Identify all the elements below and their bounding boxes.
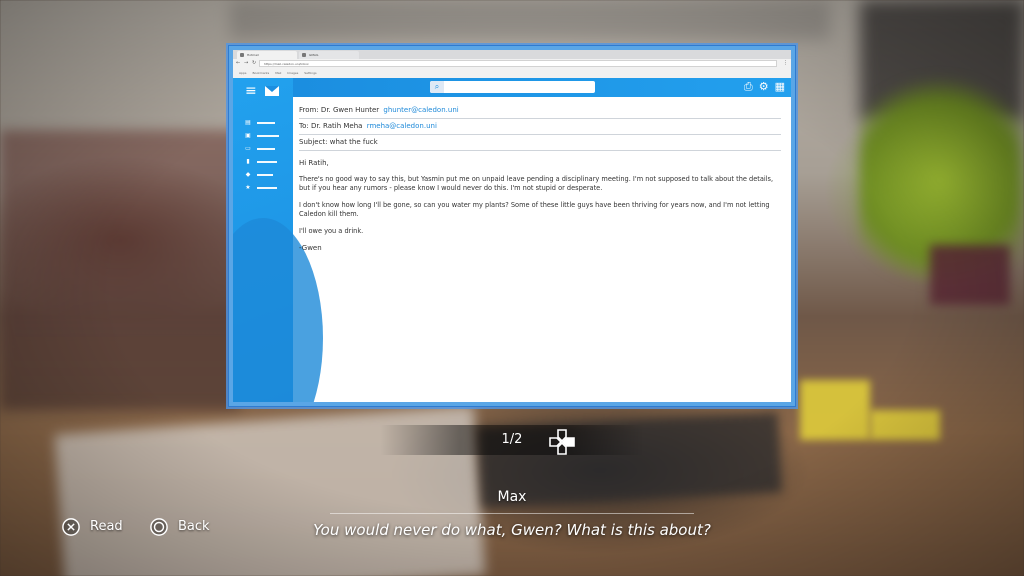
email-paragraph: I don't know how long I'll be gone, so c… xyxy=(299,201,770,218)
favicon-icon xyxy=(302,53,306,57)
sent-icon: ▭ xyxy=(245,145,251,152)
apps-grid-icon[interactable]: ▦ xyxy=(775,79,785,95)
favicon-icon xyxy=(240,53,244,57)
mail-page: ≡ ▤ ▣ ▭ ▮ ◆ ★ ⌕ ⎙ ⚙ ▦ From: Dr. Gwen Hun… xyxy=(233,78,791,402)
email-paragraph: I'll owe you a drink. xyxy=(299,227,364,235)
browser-tab-2[interactable]: GMAIL xyxy=(299,51,359,59)
menu-icon[interactable]: ⋮ xyxy=(783,59,788,68)
search-box[interactable]: ⌕ xyxy=(430,81,595,93)
read-prompt[interactable]: Read xyxy=(62,516,123,538)
tag-icon: ◆ xyxy=(245,171,251,178)
subtitle-line: You would never do what, Gwen? What is t… xyxy=(313,521,711,539)
folder-trash[interactable]: ▮ xyxy=(243,155,279,168)
email-to: To: Dr. Ratih Meha rmeha@caledon.uni xyxy=(299,119,781,135)
browser-tab-1[interactable]: Hotmail xyxy=(237,51,297,59)
search-input[interactable] xyxy=(444,81,593,93)
mail-envelope-icon[interactable] xyxy=(264,86,279,96)
email-paragraph: There's no good way to say this, but Yas… xyxy=(299,175,774,192)
back-arrow-icon[interactable]: ← xyxy=(236,59,241,68)
address-bar[interactable]: https://mail.caledon.uni/inbox xyxy=(259,60,777,67)
gear-icon[interactable]: ⚙ xyxy=(759,79,769,95)
folder-tags[interactable]: ◆ xyxy=(243,168,279,181)
bookmark-item[interactable]: Apps xyxy=(239,71,246,75)
email-view: From: Dr. Gwen Hunter ghunter@caledon.un… xyxy=(299,103,781,252)
email-signoff: -Gwen xyxy=(299,244,322,252)
back-label: Back xyxy=(178,519,210,534)
read-label: Read xyxy=(90,519,123,534)
email-greeting: Hi Ratih, xyxy=(299,159,329,167)
star-icon: ★ xyxy=(245,184,251,191)
subtitle-divider xyxy=(330,513,694,514)
circle-button-icon xyxy=(150,518,168,536)
bookmark-item[interactable]: Images xyxy=(287,71,298,75)
folder-list: ▤ ▣ ▭ ▮ ◆ ★ xyxy=(243,116,279,194)
bookmark-item[interactable]: Bookmarks xyxy=(252,71,269,75)
forward-arrow-icon[interactable]: → xyxy=(244,59,249,68)
dpad-icon[interactable] xyxy=(549,429,575,455)
reload-icon[interactable]: ↻ xyxy=(252,59,257,68)
folder-archive[interactable]: ▣ xyxy=(243,129,279,142)
cross-button-icon xyxy=(62,518,80,536)
speaker-name: Max xyxy=(497,489,527,505)
folder-starred[interactable]: ★ xyxy=(243,181,279,194)
folder-inbox[interactable]: ▤ xyxy=(243,116,279,129)
trash-icon: ▮ xyxy=(246,158,250,165)
address-row: ← → ↻ https://mail.caledon.uni/inbox ⋮ xyxy=(233,59,791,68)
bookmark-item[interactable]: Mail xyxy=(275,71,281,75)
back-prompt[interactable]: Back xyxy=(150,516,210,538)
bookmarks-bar: Apps Bookmarks Mail Images Settings xyxy=(233,68,791,77)
bookmark-item[interactable]: Settings xyxy=(304,71,316,75)
browser-window: Hotmail GMAIL ← → ↻ https://mail.caledon… xyxy=(228,45,796,407)
page-counter: 1/2 xyxy=(501,432,523,447)
browser-chrome: Hotmail GMAIL ← → ↻ https://mail.caledon… xyxy=(233,50,791,78)
to-address-link[interactable]: rmeha@caledon.uni xyxy=(367,122,437,130)
email-from: From: Dr. Gwen Hunter ghunter@caledon.un… xyxy=(299,103,781,119)
archive-icon: ▣ xyxy=(245,132,251,139)
folder-sent[interactable]: ▭ xyxy=(243,142,279,155)
from-address-link[interactable]: ghunter@caledon.uni xyxy=(383,106,458,114)
inbox-icon: ▤ xyxy=(245,119,251,126)
print-icon[interactable]: ⎙ xyxy=(744,79,753,95)
tab-strip: Hotmail GMAIL xyxy=(233,50,791,59)
email-subject: Subject: what the fuck xyxy=(299,135,781,151)
search-icon: ⌕ xyxy=(430,81,444,93)
hamburger-menu-icon[interactable]: ≡ xyxy=(245,84,257,98)
mail-topbar: ⌕ ⎙ ⚙ ▦ xyxy=(293,78,791,97)
mail-sidebar: ≡ ▤ ▣ ▭ ▮ ◆ ★ xyxy=(233,78,323,402)
